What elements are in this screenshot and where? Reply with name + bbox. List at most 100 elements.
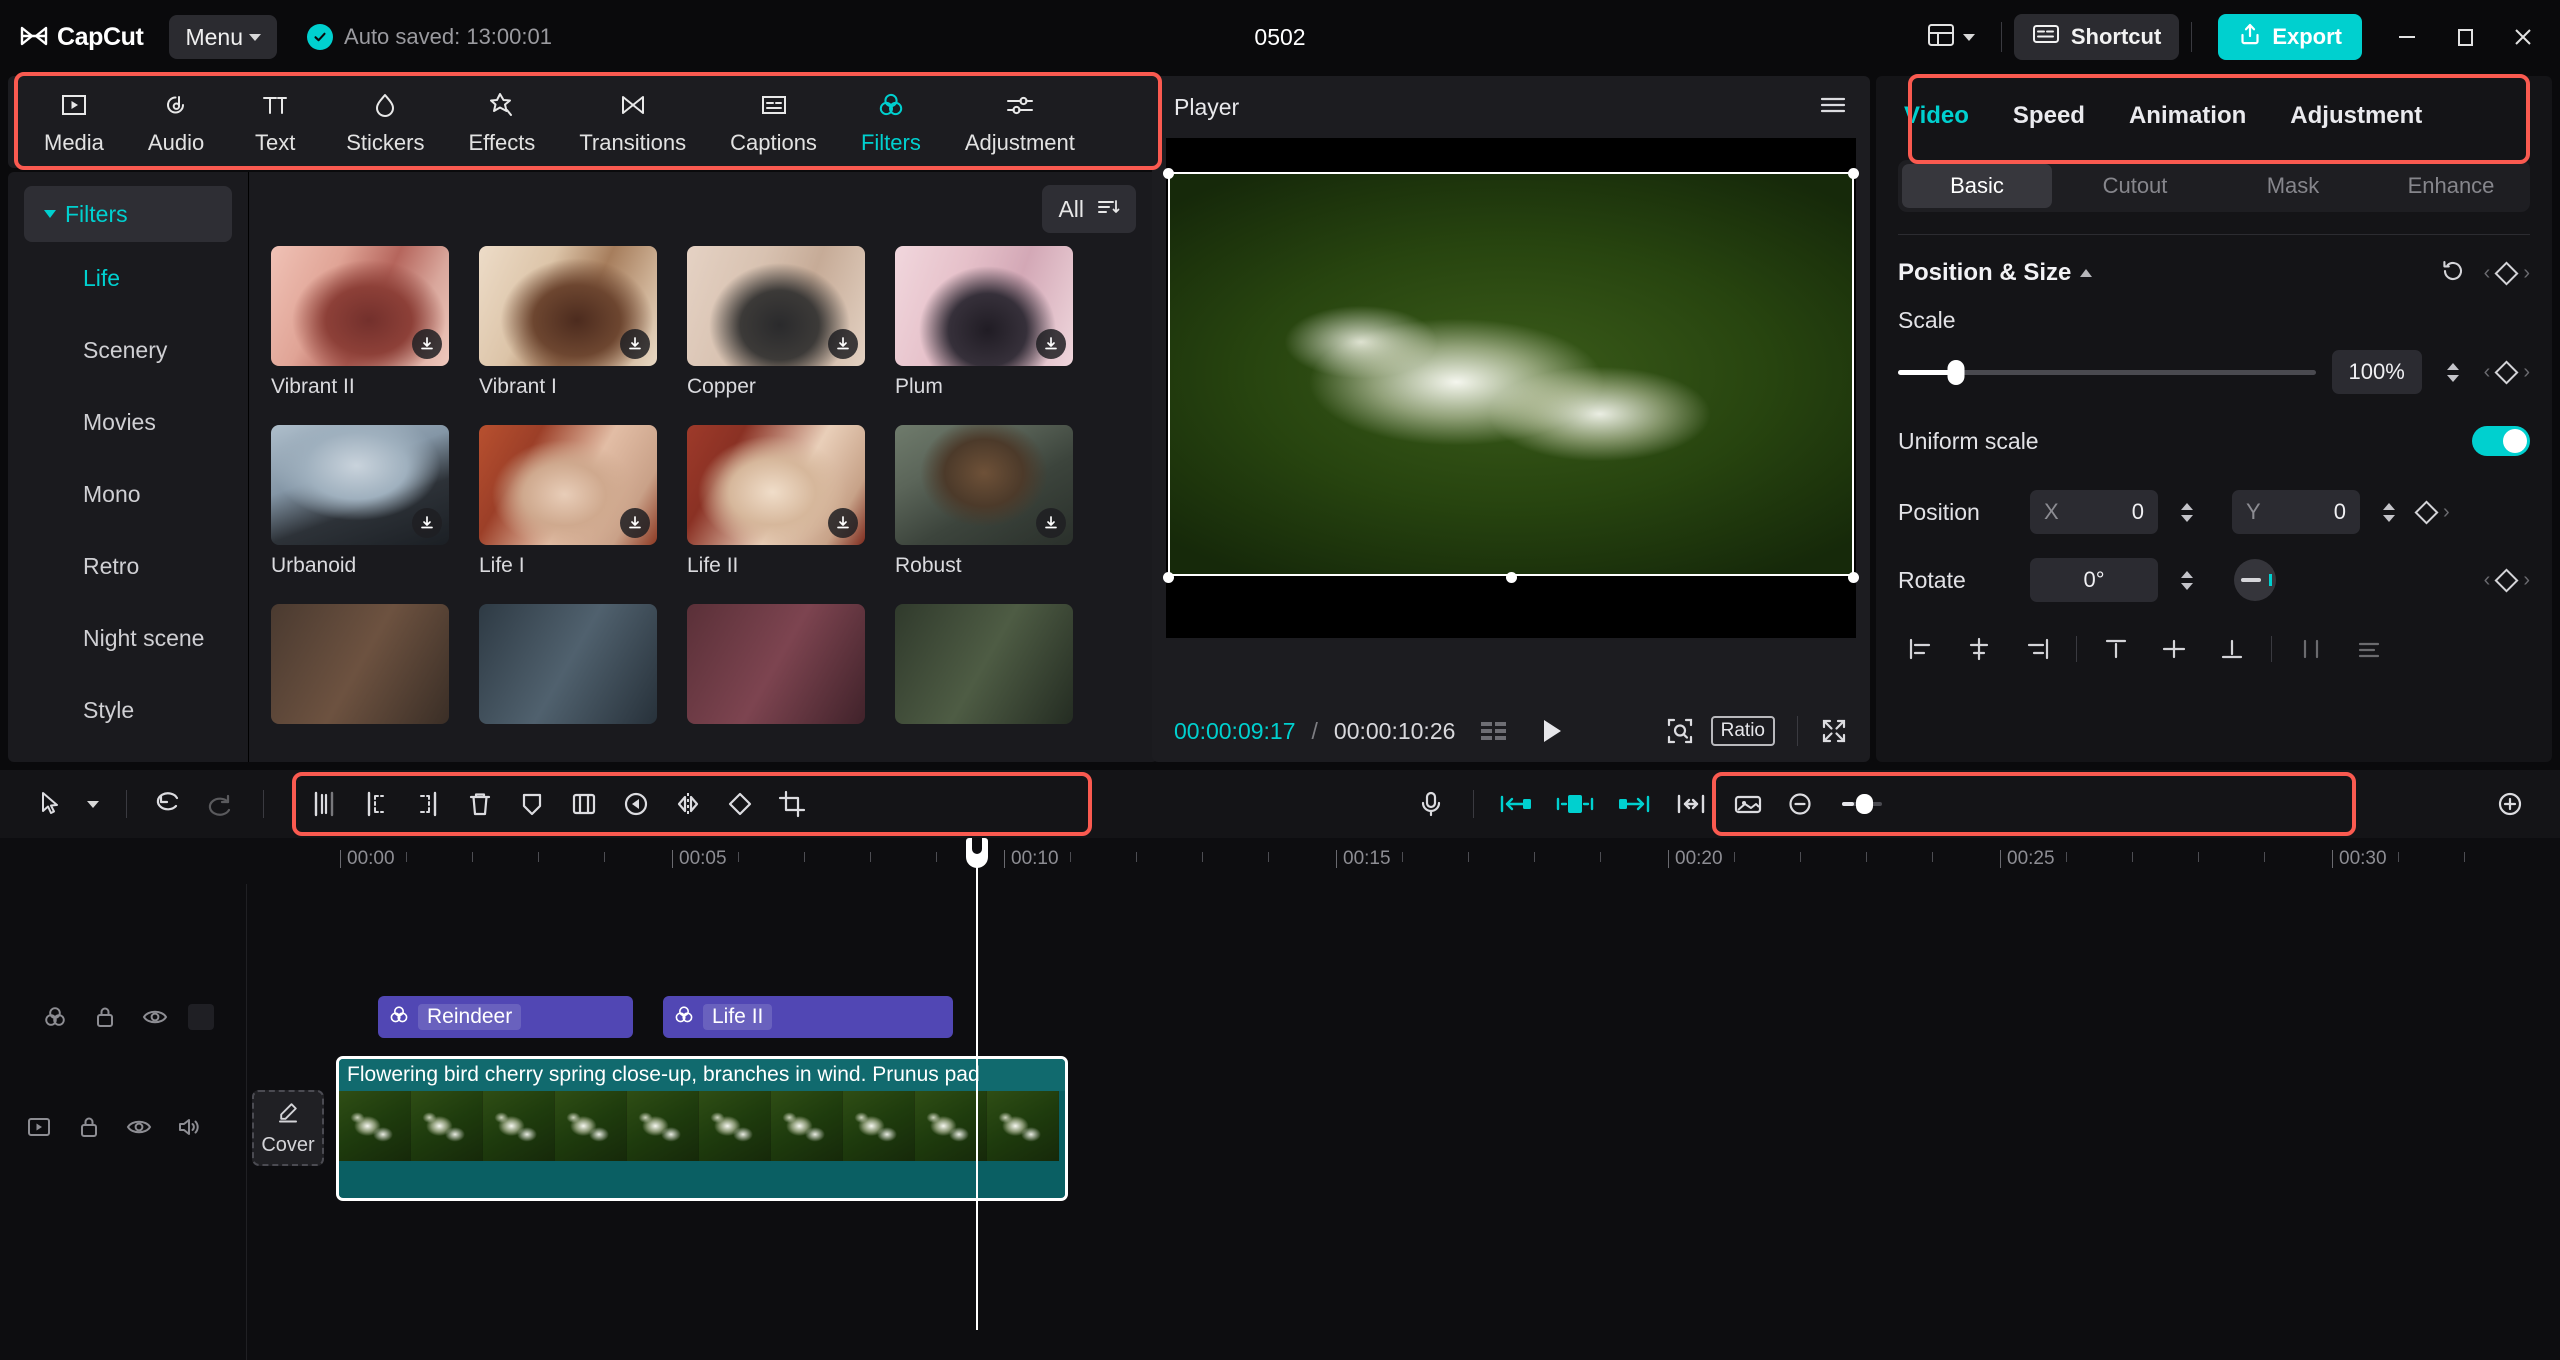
keyframe-diamond-icon[interactable] — [2494, 567, 2519, 593]
filter-item[interactable] — [479, 604, 657, 724]
filter-item[interactable] — [271, 604, 449, 724]
keyframe-prev-icon[interactable]: ‹ — [2484, 361, 2491, 384]
category-scenery[interactable]: Scenery — [8, 314, 248, 386]
download-icon[interactable] — [828, 508, 858, 538]
download-icon[interactable] — [412, 508, 442, 538]
keyframe-diamond-icon[interactable] — [2494, 359, 2519, 385]
delete-icon[interactable] — [454, 781, 506, 827]
keyframe-diamond-icon[interactable] — [2414, 499, 2439, 525]
reset-icon[interactable] — [2440, 258, 2466, 289]
playhead[interactable] — [966, 838, 988, 1330]
rotate-stepper[interactable] — [2172, 558, 2202, 602]
menu-button[interactable]: Menu — [169, 15, 278, 59]
distribute-horizontal-icon[interactable] — [2282, 628, 2340, 670]
collapse-caret-icon[interactable] — [2080, 269, 2093, 277]
subtab-mask[interactable]: Mask — [2218, 164, 2368, 208]
lock-icon[interactable] — [72, 1110, 106, 1144]
zoom-slider[interactable] — [1826, 781, 1898, 827]
trim-end-icon[interactable] — [402, 781, 454, 827]
undo-icon[interactable] — [143, 781, 195, 827]
filter-item[interactable]: Vibrant I — [479, 246, 657, 399]
position-y-input[interactable]: Y 0 — [2232, 490, 2360, 534]
lock-icon[interactable] — [88, 1000, 122, 1034]
preview-thumbnail-icon[interactable] — [1722, 781, 1774, 827]
tab-filters[interactable]: Filters — [839, 88, 943, 156]
mask-icon[interactable] — [506, 781, 558, 827]
keyframe-next-icon[interactable]: › — [2443, 501, 2450, 524]
reverse-icon[interactable] — [610, 781, 662, 827]
download-icon[interactable] — [1036, 508, 1066, 538]
tab-adjustment-panel[interactable]: Adjustment — [2268, 102, 2444, 130]
filter-clip-life-2[interactable]: Life II — [663, 996, 953, 1038]
category-life[interactable]: Life — [8, 242, 248, 314]
download-icon[interactable] — [1036, 329, 1066, 359]
keyframe-next-icon[interactable]: › — [2523, 262, 2530, 285]
keyframe-prev-icon[interactable]: ‹ — [2484, 262, 2491, 285]
align-middle-icon[interactable] — [2145, 628, 2203, 670]
tab-stickers[interactable]: Stickers — [324, 88, 446, 156]
auto-fit-icon[interactable] — [1542, 781, 1608, 827]
filter-item[interactable]: Copper — [687, 246, 865, 399]
player-menu-icon[interactable] — [1818, 94, 1848, 121]
tab-audio[interactable]: Audio — [126, 88, 226, 156]
filters-section-header[interactable]: Filters — [24, 186, 232, 242]
filter-clip-reindeer[interactable]: Reindeer — [378, 996, 633, 1038]
cover-button[interactable]: Cover — [252, 1090, 324, 1166]
tab-video[interactable]: Video — [1900, 102, 1991, 130]
play-button[interactable] — [1539, 717, 1565, 745]
category-movies[interactable]: Movies — [8, 386, 248, 458]
align-top-icon[interactable] — [2087, 628, 2145, 670]
keyframe-next-icon[interactable]: › — [2523, 569, 2530, 592]
filter-item[interactable]: Vibrant II — [271, 246, 449, 399]
ratio-button[interactable]: Ratio — [1710, 716, 1775, 746]
filter-item[interactable]: Urbanoid — [271, 425, 449, 578]
tab-transitions[interactable]: Transitions — [557, 88, 708, 156]
fullscreen-icon[interactable] — [1820, 717, 1848, 745]
tab-adjustment[interactable]: Adjustment — [943, 88, 1097, 156]
video-preview[interactable] — [1168, 172, 1854, 576]
subtab-enhance[interactable]: Enhance — [2376, 164, 2526, 208]
resize-handle-bottom-right[interactable] — [1848, 572, 1859, 583]
crop-icon[interactable] — [766, 781, 818, 827]
frame-list-icon[interactable] — [1479, 719, 1509, 743]
tab-media[interactable]: Media — [22, 88, 126, 156]
timeline[interactable]: 00:00 00:05 00:10 00:15 00:20 00:25 00:3… — [0, 838, 2560, 1360]
scale-slider[interactable] — [1898, 359, 2316, 385]
filter-item[interactable]: Robust — [895, 425, 1073, 578]
filter-item[interactable]: Life II — [687, 425, 865, 578]
maximize-button[interactable] — [2436, 13, 2494, 61]
adjust-clip-width-icon[interactable] — [1660, 781, 1722, 827]
scale-stepper[interactable] — [2438, 350, 2468, 394]
zoom-slider-knob[interactable] — [1855, 794, 1873, 814]
resize-handle-bottom-left[interactable] — [1163, 572, 1174, 583]
filter-item[interactable]: Plum — [895, 246, 1073, 399]
scale-value-input[interactable]: 100% — [2331, 350, 2422, 394]
zoom-out-icon[interactable] — [1774, 781, 1826, 827]
fit-to-screen-right-icon[interactable] — [1608, 781, 1660, 827]
filter-item[interactable] — [687, 604, 865, 724]
shortcut-button[interactable]: Shortcut — [2013, 14, 2180, 60]
resize-handle-top-right[interactable] — [1848, 168, 1859, 179]
scale-slider-knob[interactable] — [1947, 359, 1965, 385]
tab-animation[interactable]: Animation — [2107, 102, 2268, 130]
tab-effects[interactable]: Effects — [446, 88, 557, 156]
subtab-basic[interactable]: Basic — [1902, 164, 2052, 208]
rotate-clip-icon[interactable] — [714, 781, 766, 827]
tab-speed[interactable]: Speed — [1991, 102, 2107, 130]
video-track-icon[interactable] — [22, 1110, 56, 1144]
volume-icon[interactable] — [172, 1110, 206, 1144]
filter-item[interactable]: Life I — [479, 425, 657, 578]
minimize-button[interactable] — [2378, 13, 2436, 61]
align-center-horizontal-icon[interactable] — [1950, 628, 2008, 670]
keyframe-prev-icon[interactable]: ‹ — [2484, 569, 2491, 592]
align-bottom-icon[interactable] — [2203, 628, 2261, 670]
subtab-cutout[interactable]: Cutout — [2060, 164, 2210, 208]
filter-item[interactable] — [895, 604, 1073, 724]
record-voiceover-icon[interactable] — [1405, 781, 1457, 827]
download-icon[interactable] — [620, 329, 650, 359]
position-y-stepper[interactable] — [2374, 490, 2404, 534]
download-icon[interactable] — [828, 329, 858, 359]
layout-switch-button[interactable] — [1913, 14, 1989, 61]
rotate-value-input[interactable]: 0° — [2030, 558, 2158, 602]
select-tool-icon[interactable] — [24, 781, 76, 827]
